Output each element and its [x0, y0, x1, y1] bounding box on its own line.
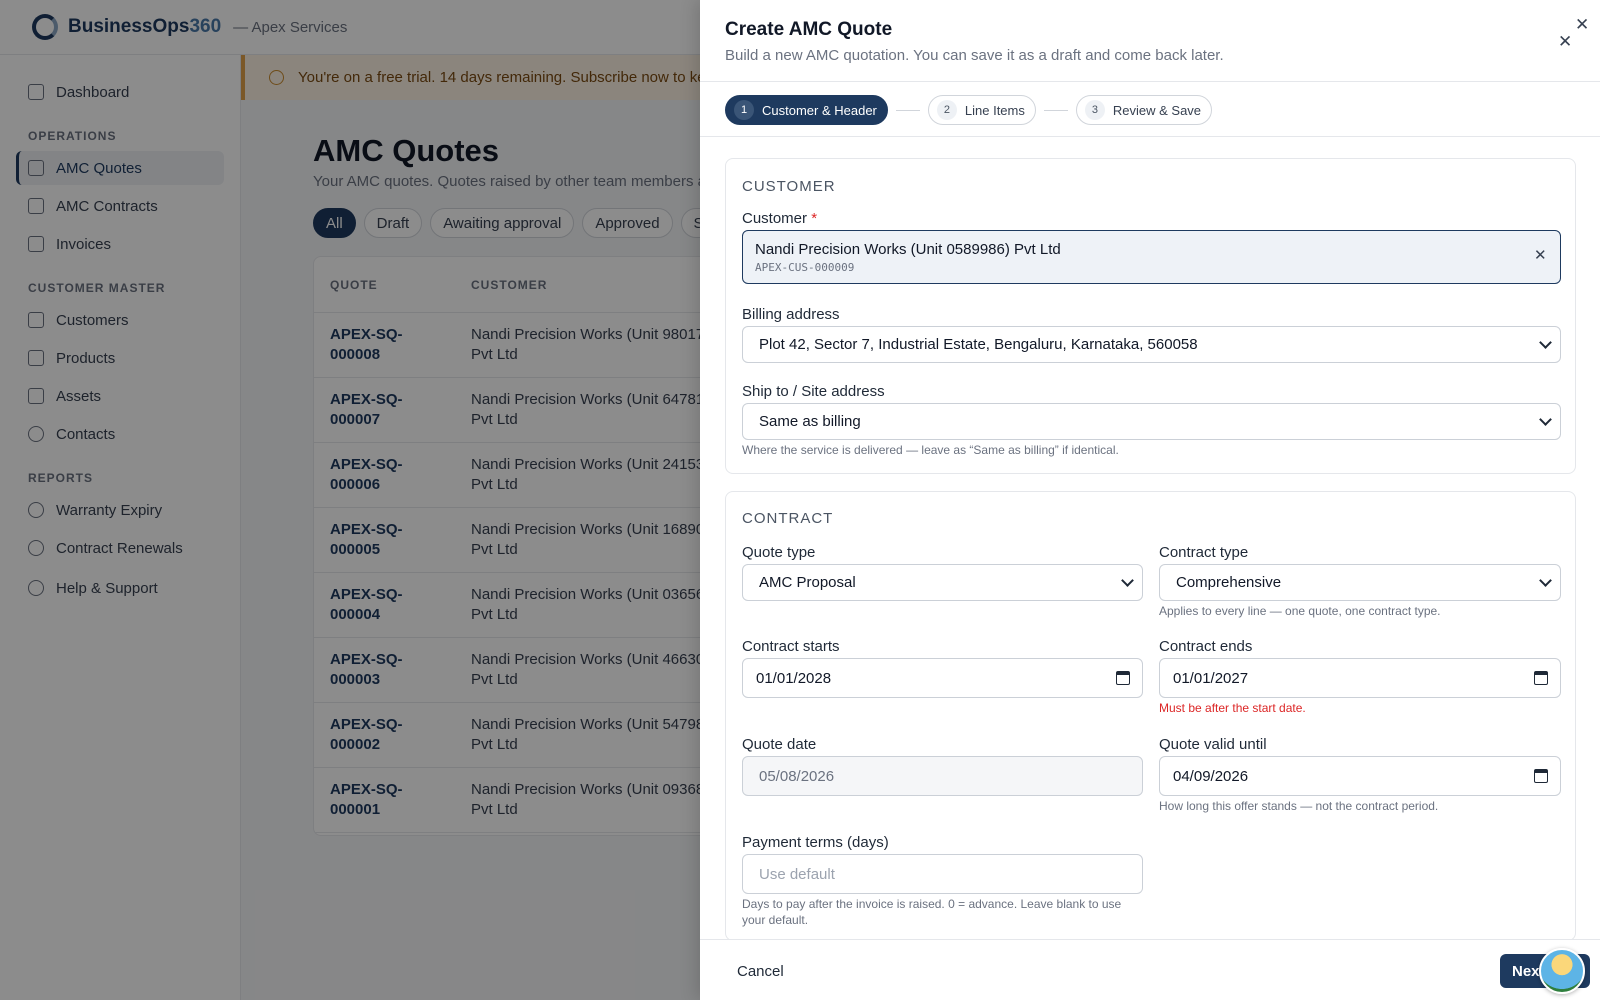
payment-terms-help: Days to pay after the invoice is raised.… [742, 897, 1122, 927]
selected-customer-code: APEX-CUS-000009 [755, 261, 855, 274]
contract-type-help: Applies to every line — one quote, one c… [1159, 604, 1441, 618]
drawer-subtitle: Build a new AMC quotation. You can save … [725, 47, 1224, 64]
cancel-button[interactable]: Cancel [725, 954, 796, 988]
step-connector [895, 109, 920, 111]
contract-type-select[interactable]: Comprehensive [1159, 564, 1561, 601]
create-quote-drawer: Create AMC Quote Build a new AMC quotati… [700, 0, 1600, 1000]
calendar-icon[interactable] [1534, 671, 1548, 685]
assistant-avatar[interactable] [1539, 948, 1585, 994]
ship-address-label: Ship to / Site address [742, 383, 885, 400]
step-line-items[interactable]: 2 Line Items [927, 95, 1036, 125]
stepper: 1 Customer & Header 2 Line Items 3 Review &… [725, 95, 1213, 125]
chevron-down-icon [1539, 336, 1552, 349]
quote-type-select[interactable]: AMC Proposal [742, 564, 1143, 601]
customer-section-title: CUSTOMER [742, 178, 836, 195]
quote-valid-until-input[interactable]: 04/09/2026 [1159, 756, 1561, 796]
calendar-icon[interactable] [1116, 671, 1130, 685]
close-drawer-button[interactable]: ✕ [1558, 33, 1572, 50]
customer-card: CUSTOMER Customer * Nandi Precision Work… [725, 158, 1576, 474]
contract-ends-label: Contract ends [1159, 638, 1253, 655]
calendar-icon[interactable] [1534, 769, 1548, 783]
step-connector [1043, 109, 1068, 111]
contract-starts-label: Contract starts [742, 638, 840, 655]
payment-terms-input[interactable]: Use default [742, 854, 1143, 894]
contract-section-title: CONTRACT [742, 510, 834, 527]
selected-customer[interactable]: Nandi Precision Works (Unit 0589986) Pvt… [742, 230, 1561, 284]
step-review-save[interactable]: 3 Review & Save [1075, 95, 1213, 125]
stepper-divider [700, 136, 1600, 137]
quote-date-label: Quote date [742, 736, 817, 753]
payment-terms-label: Payment terms (days) [742, 834, 889, 851]
quote-date-input: 05/08/2026 [742, 756, 1143, 796]
header-divider [700, 81, 1600, 82]
quote-valid-until-label: Quote valid until [1159, 736, 1267, 753]
billing-address-select[interactable]: Plot 42, Sector 7, Industrial Estate, Be… [742, 326, 1561, 363]
quote-valid-until-help: How long this offer stands — not the con… [1159, 799, 1439, 813]
billing-address-label: Billing address [742, 306, 840, 323]
step-customer-header[interactable]: 1 Customer & Header [725, 95, 888, 125]
clear-customer-icon[interactable]: ✕ [1534, 248, 1547, 263]
drawer-title: Create AMC Quote [725, 19, 893, 40]
close-icon[interactable]: ✕ [1575, 16, 1589, 33]
drawer-footer: Cancel Next [700, 939, 1600, 1000]
chevron-down-icon [1539, 574, 1552, 587]
quote-type-label: Quote type [742, 544, 816, 561]
chevron-down-icon [1121, 574, 1134, 587]
selected-customer-name: Nandi Precision Works (Unit 0589986) Pvt… [755, 241, 1061, 258]
contract-starts-input[interactable]: 01/01/2028 [742, 658, 1143, 698]
ship-address-select[interactable]: Same as billing [742, 403, 1561, 440]
contract-ends-input[interactable]: 01/01/2027 [1159, 658, 1561, 698]
chevron-down-icon [1539, 413, 1552, 426]
contract-ends-error: Must be after the start date. [1159, 701, 1306, 715]
customer-label: Customer * [742, 210, 818, 227]
ship-address-help: Where the service is delivered — leave a… [742, 443, 1119, 457]
contract-card: CONTRACT Quote type AMC Proposal Contrac… [725, 491, 1576, 941]
contract-type-label: Contract type [1159, 544, 1249, 561]
